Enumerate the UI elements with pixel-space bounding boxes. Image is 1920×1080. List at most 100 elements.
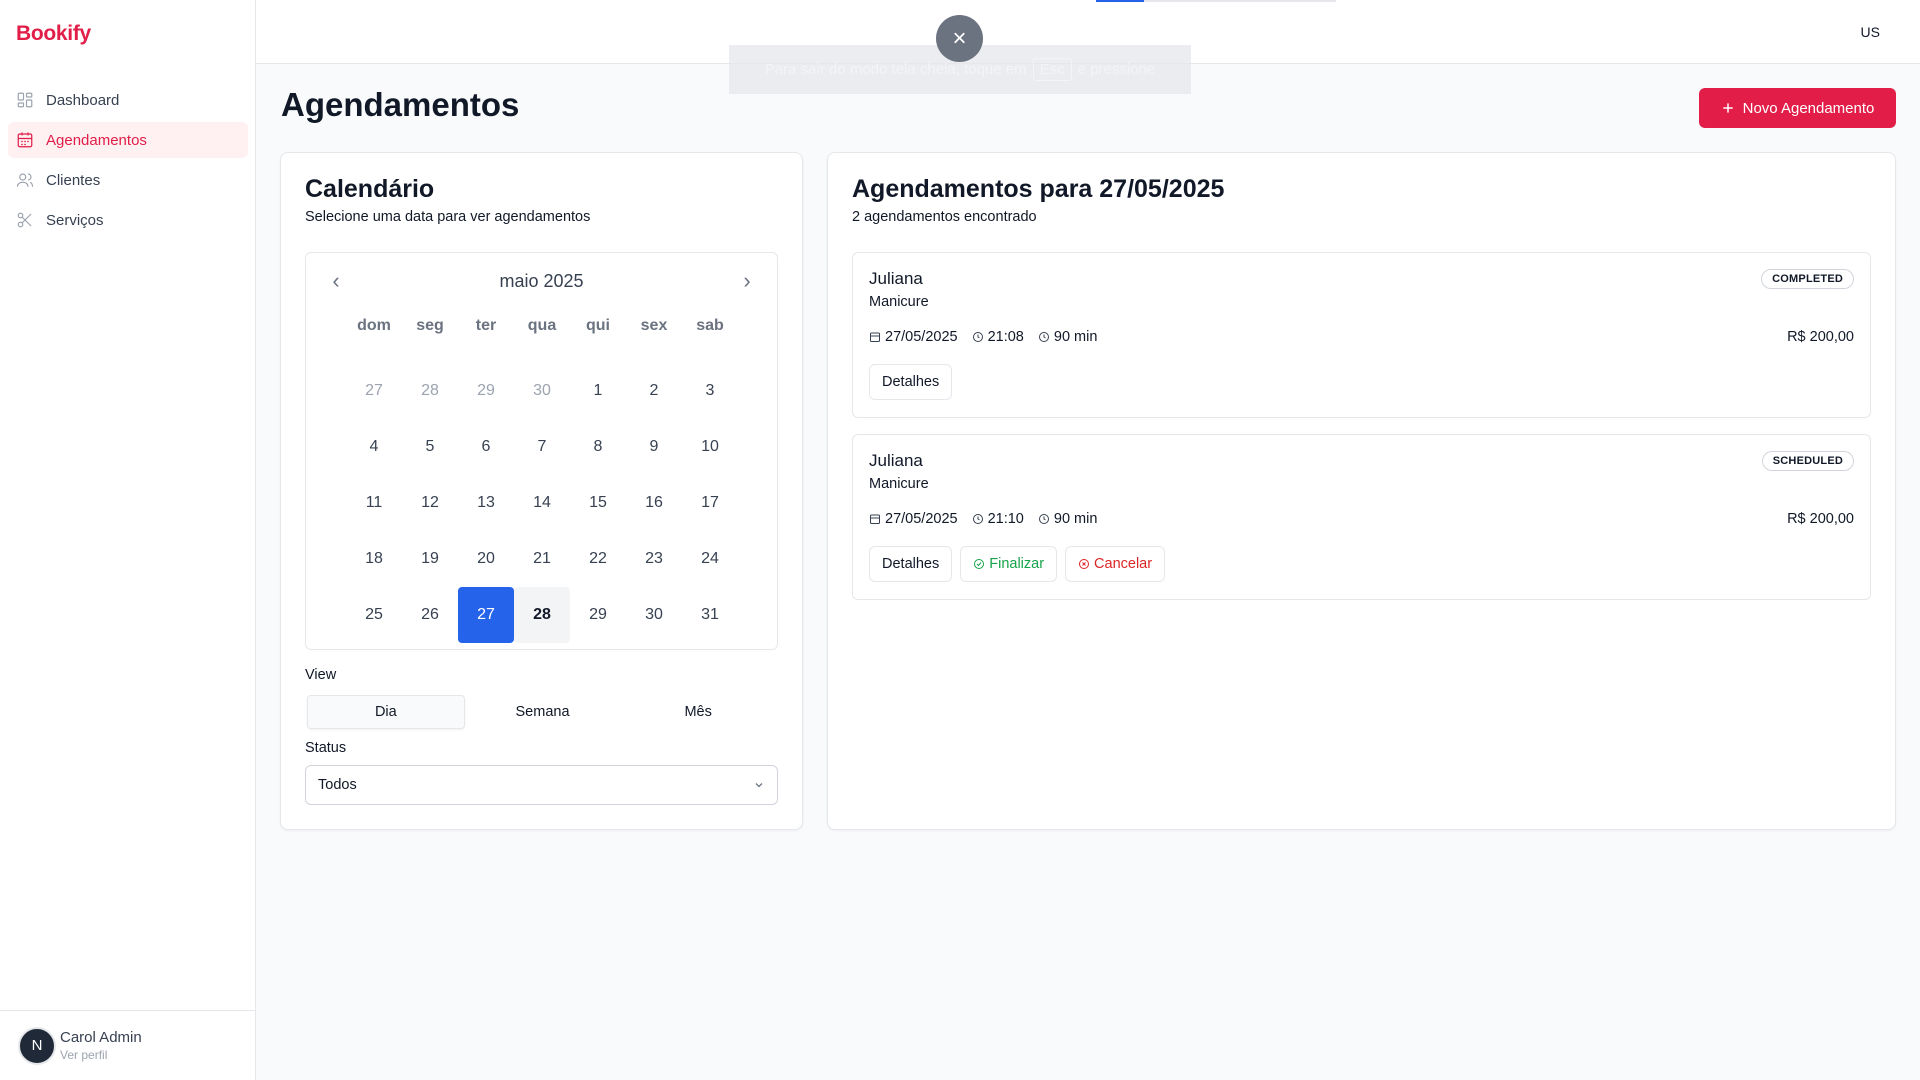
appointment-date: 27/05/2025: [885, 329, 958, 345]
calendar-day[interactable]: 11: [346, 475, 402, 531]
calendar-month: maio 2025: [499, 271, 584, 291]
calendar-day[interactable]: 5: [402, 419, 458, 475]
view-tabs: Dia Semana Mês: [305, 693, 778, 731]
sidebar: Bookify Dashboard Agendamentos Clientes …: [0, 0, 256, 1080]
clock-icon: [1038, 514, 1049, 524]
scissors-icon: [17, 212, 32, 228]
check-circle-icon: [974, 559, 985, 569]
calendar-day[interactable]: 29: [458, 363, 514, 419]
sidebar-item-label: Serviços: [46, 211, 104, 229]
calendar-day[interactable]: 25: [346, 587, 402, 643]
calendar-day[interactable]: 30: [514, 363, 570, 419]
finalize-button[interactable]: Finalizar: [960, 546, 1058, 582]
appointments-count: 2 agendamentos encontrado: [852, 209, 1037, 225]
app-logo[interactable]: Bookify: [16, 22, 91, 46]
sidebar-item-clientes[interactable]: Clientes: [8, 162, 248, 198]
fullscreen-msg-after: e pressione: [1077, 61, 1156, 78]
calendar-day[interactable]: 15: [570, 475, 626, 531]
language-selector[interactable]: US: [1861, 24, 1880, 40]
appointment-actions: Detalhes Finalizar Cancelar: [869, 546, 1166, 582]
new-appointment-button[interactable]: Novo Agendamento: [1699, 88, 1896, 128]
calendar-day[interactable]: 29: [570, 587, 626, 643]
appointment-duration: 90 min: [1053, 511, 1098, 527]
calendar-day[interactable]: 4: [346, 419, 402, 475]
calendar-icon: [870, 332, 880, 342]
dashboard-icon: [17, 92, 33, 108]
users-icon: [16, 173, 34, 187]
details-button[interactable]: Detalhes: [869, 546, 953, 582]
calendar: ‹ maio 2025 › dom seg ter qua qui sex sab 27 28…: [305, 252, 778, 650]
details-button[interactable]: Detalhes: [869, 364, 953, 400]
status-badge: SCHEDULED: [1761, 451, 1854, 471]
progress-tab-indicator: [1096, 0, 1336, 2]
calendar-day[interactable]: 28: [514, 587, 570, 643]
calendar-card-title: Calendário: [305, 175, 435, 203]
view-tab-2[interactable]: Mês: [620, 695, 776, 729]
view-profile-link[interactable]: Ver perfil: [60, 1048, 142, 1062]
status-select[interactable]: Todos: [305, 765, 778, 805]
appointment-time: 21:08: [987, 329, 1024, 345]
status-value: Todos: [318, 777, 357, 793]
sidebar-item-dashboard[interactable]: Dashboard: [8, 82, 248, 118]
calendar-day[interactable]: 8: [570, 419, 626, 475]
calendar-day[interactable]: 26: [402, 587, 458, 643]
calendar-day[interactable]: 14: [514, 475, 570, 531]
calendar-day[interactable]: 24: [682, 531, 738, 587]
sidebar-item-label: Agendamentos: [46, 131, 147, 149]
calendar-day[interactable]: 9: [626, 419, 682, 475]
plus-icon: [1722, 103, 1733, 113]
calendar-day[interactable]: 10: [682, 419, 738, 475]
calendar-day[interactable]: 16: [626, 475, 682, 531]
calendar-day[interactable]: 13: [458, 475, 514, 531]
calendar-day[interactable]: 22: [570, 531, 626, 587]
appointment-duration: 90 min: [1053, 329, 1098, 345]
weekday-label: seg: [416, 317, 444, 334]
chevron-right-icon[interactable]: ›: [735, 268, 759, 293]
appointment-service: Manicure: [869, 294, 929, 310]
page-title: Agendamentos: [281, 86, 520, 123]
cancel-button[interactable]: Cancelar: [1065, 546, 1166, 582]
calendar-day[interactable]: 23: [626, 531, 682, 587]
view-tab-0[interactable]: Dia: [307, 695, 465, 729]
clock-icon: [972, 332, 983, 342]
calendar-day[interactable]: 31: [682, 587, 738, 643]
calendar-day[interactable]: 28: [402, 363, 458, 419]
calendar-day[interactable]: 18: [346, 531, 402, 587]
calendar-card: Calendário Selecione uma data para ver a…: [280, 152, 803, 830]
finalize-label: Finalizar: [989, 556, 1045, 572]
calendar-day[interactable]: 1: [570, 363, 626, 419]
sidebar-item-servicos[interactable]: Serviços: [8, 202, 248, 238]
calendar-card-subtitle: Selecione uma data para ver agendamentos: [305, 209, 591, 225]
view-tab-1[interactable]: Semana: [465, 695, 621, 729]
weekday-header: dom seg ter qua qui sex sab: [346, 317, 738, 335]
weekday-label: dom: [357, 317, 391, 334]
calendar-day[interactable]: 3: [682, 363, 738, 419]
appointment-actions: Detalhes: [869, 364, 953, 400]
calendar-day[interactable]: 17: [682, 475, 738, 531]
user-name: Carol Admin: [60, 1029, 142, 1046]
calendar-day[interactable]: 12: [402, 475, 458, 531]
calendar-day[interactable]: 30: [626, 587, 682, 643]
appointment-date: 27/05/2025: [885, 511, 958, 527]
calendar-day[interactable]: 20: [458, 531, 514, 587]
weekday-label: qui: [586, 317, 610, 334]
weekday-label: qua: [527, 317, 557, 334]
status-badge: COMPLETED: [1761, 269, 1854, 289]
new-appointment-label: Novo Agendamento: [1742, 99, 1875, 117]
calendar-day-selected[interactable]: 27: [458, 587, 514, 643]
user-profile[interactable]: N Carol Admin Ver perfil: [0, 1010, 256, 1080]
fullscreen-msg-before: Para sair do modo tela cheia, toque em: [764, 61, 1027, 78]
close-icon[interactable]: ×: [936, 15, 983, 62]
appointment-item: Juliana Manicure COMPLETED 27/05/2025 21…: [852, 252, 1871, 418]
calendar-day[interactable]: 19: [402, 531, 458, 587]
weekday-label: sab: [696, 317, 724, 334]
calendar-day[interactable]: 27: [346, 363, 402, 419]
calendar-day[interactable]: 2: [626, 363, 682, 419]
appointment-price: R$ 200,00: [1787, 511, 1854, 527]
calendar-day[interactable]: 7: [514, 419, 570, 475]
appointment-service: Manicure: [869, 476, 929, 492]
sidebar-item-agendamentos[interactable]: Agendamentos: [8, 122, 248, 158]
clock-icon: [1038, 332, 1049, 342]
calendar-day[interactable]: 6: [458, 419, 514, 475]
calendar-day[interactable]: 21: [514, 531, 570, 587]
